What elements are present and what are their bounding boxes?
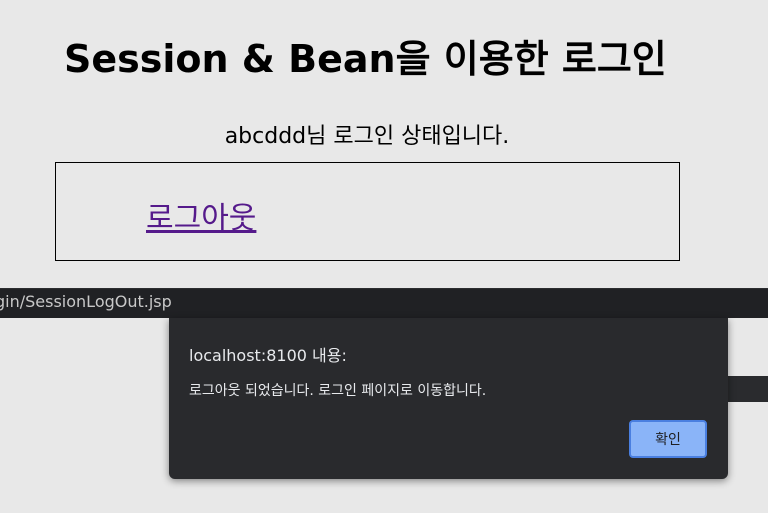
page-heading: Session & Bean을 이용한 로그인	[64, 37, 667, 81]
background-strip	[728, 376, 768, 402]
alert-dialog: localhost:8100 내용: 로그아웃 되었습니다. 로그인 페이지로 …	[169, 318, 728, 479]
logout-box: 로그아웃	[55, 162, 680, 261]
ok-button[interactable]: 확인	[629, 420, 707, 458]
logout-link[interactable]: 로그아웃	[146, 193, 256, 237]
dialog-title: localhost:8100 내용:	[189, 346, 347, 365]
status-bar-url: gin/SessionLogOut.jsp	[0, 288, 768, 318]
dialog-message: 로그아웃 되었습니다. 로그인 페이지로 이동합니다.	[189, 383, 487, 399]
browser-page: Session & Bean을 이용한 로그인 abcddd님 로그인 상태입니…	[0, 0, 768, 513]
login-status-text: abcddd님 로그인 상태입니다.	[224, 124, 510, 149]
status-url-text: gin/SessionLogOut.jsp	[0, 292, 172, 311]
